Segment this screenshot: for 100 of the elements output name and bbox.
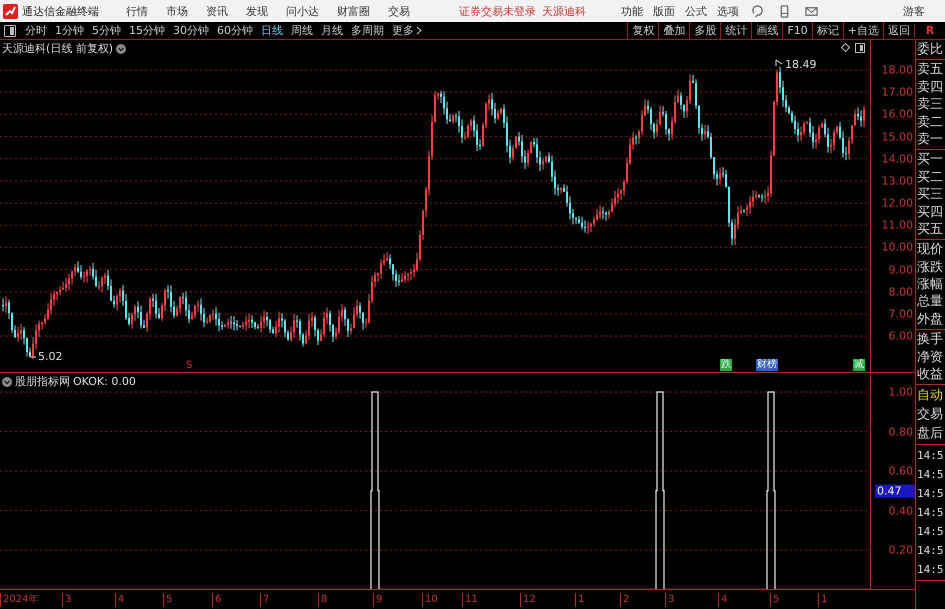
trade-time: 14:5 (916, 505, 944, 522)
period-tab[interactable]: 1分钟 (55, 23, 84, 38)
more-button[interactable]: 更多 (392, 23, 422, 38)
menu-item[interactable]: 资讯 (206, 4, 228, 18)
indicator-tick-label: 0.40 (888, 504, 913, 517)
price-tick-label: 14.00 (882, 152, 913, 166)
quote-label: 卖二 (916, 114, 944, 131)
period-tab[interactable]: 分时 (25, 23, 47, 38)
time-axis-label: 3 (62, 593, 72, 607)
time-axis-label: 12 (520, 593, 536, 607)
trade-time: 14:5 (916, 543, 944, 560)
menu-item[interactable]: 版面 (653, 4, 675, 18)
quote-label: 现价 (916, 241, 944, 259)
price-tick-label: 12.00 (882, 196, 913, 210)
chart-title: 天源迪科(日线 前复权) (2, 41, 114, 56)
menu-item[interactable]: 公式 (685, 4, 707, 18)
mode-tab[interactable]: 盘后 (916, 424, 945, 444)
time-axis-label: 5 (770, 593, 780, 607)
menu-item[interactable]: 行情 (126, 4, 148, 18)
signal-badge: 减 (853, 359, 865, 371)
mode-tab[interactable]: 自动 (916, 386, 945, 406)
time-axis-label: 2 (620, 593, 630, 607)
toolbar-button[interactable]: 叠加 (658, 22, 690, 39)
price-tick-label: 15.00 (882, 130, 913, 143)
quote-label: 净资 (916, 348, 944, 366)
quote-label: 买三 (916, 186, 944, 204)
price-tick-label: 6.00 (888, 330, 913, 343)
period-tab[interactable]: 30分钟 (173, 23, 209, 38)
high-price-label: 18.49 (785, 58, 816, 71)
quote-label: 涨跌 (916, 258, 944, 276)
indicator-title: 股朋指标网 (15, 374, 70, 389)
quote-label: 涨幅 (916, 276, 944, 294)
time-axis-label: 4 (718, 593, 728, 607)
period-tab[interactable]: 15分钟 (129, 23, 165, 38)
toolbar-button[interactable]: +自选 (842, 22, 883, 39)
quote-label: 卖四 (916, 78, 944, 96)
time-axis-label: 3 (665, 593, 674, 607)
price-tick-label: 17.00 (882, 86, 913, 99)
indicator-reading: OKOK: 0.00 (73, 375, 136, 388)
app-title: 通达信金融终端 (22, 4, 99, 18)
signal-badge: 财榜 (756, 359, 778, 371)
mode-tab[interactable]: 交易 (916, 405, 945, 424)
menu-item[interactable]: 市场 (166, 4, 188, 18)
trade-time: 14:5 (916, 467, 944, 484)
indicator-tick-label: 1.00 (888, 386, 913, 398)
trade-time: 14:5 (916, 562, 944, 578)
quote-label: 买二 (916, 168, 944, 186)
indicator-tick-label: 0.60 (888, 464, 913, 478)
period-tab[interactable]: 日线 (261, 23, 283, 38)
toolbar-button[interactable]: 返回 (883, 22, 914, 39)
corner-label: R (914, 24, 945, 37)
toolbar-button[interactable]: 标记 (812, 22, 843, 39)
user-label[interactable]: 游客 (903, 4, 925, 18)
trade-time: 14:5 (916, 486, 944, 502)
menu-item[interactable]: 选项 (717, 4, 739, 18)
period-tab[interactable]: 多周期 (351, 23, 384, 38)
menu-item[interactable]: 问小达 (286, 4, 319, 18)
quote-label: 卖一 (916, 130, 944, 148)
price-tick-label: 9.00 (888, 263, 913, 276)
time-axis-label: 9 (373, 593, 382, 607)
indicator-tick-label: 0.20 (888, 544, 913, 556)
toolbar-button[interactable]: 画线 (751, 22, 782, 39)
stock-link[interactable]: 天源迪科 (542, 4, 586, 18)
time-axis-label: 8 (318, 593, 328, 607)
price-tick-label: 13.00 (882, 174, 913, 188)
indicator-tick-label: 0.80 (888, 425, 913, 438)
price-tick-label: 7.00 (888, 307, 913, 320)
quote-label: 买一 (916, 151, 944, 169)
time-axis-label: 2024年 (0, 593, 38, 607)
menu-item[interactable]: 发现 (246, 4, 268, 18)
cursor-value-tag: 0.47 (875, 484, 915, 498)
quote-label: 买五 (916, 220, 944, 238)
time-axis-label: 4 (115, 593, 124, 607)
quote-label: 收益 (916, 366, 944, 384)
price-tick-label: 11.00 (882, 218, 913, 232)
toolbar-button[interactable]: 复权 (627, 22, 658, 39)
toolbar-button[interactable]: 统计 (720, 22, 752, 39)
period-tab[interactable]: 5分钟 (92, 23, 121, 38)
toolbar-button[interactable]: F10 (782, 22, 812, 39)
period-tab[interactable]: 周线 (291, 23, 313, 38)
toolbar-button[interactable]: 多股 (689, 22, 720, 39)
price-tick-label: 8.00 (888, 285, 913, 298)
quote-label: 外盘 (916, 310, 944, 328)
menu-item[interactable]: 功能 (621, 4, 643, 18)
signal-badge: 跌 (720, 359, 732, 371)
time-axis-label: 5 (163, 593, 172, 607)
price-tick-label: 16.00 (882, 108, 913, 121)
time-axis-label: 7 (260, 593, 270, 607)
time-axis-label: 11 (462, 593, 478, 607)
quote-label: 卖五 (916, 61, 944, 79)
time-axis-label: 1 (575, 593, 584, 607)
signal-mark: S (186, 360, 192, 371)
period-tab[interactable]: 月线 (321, 23, 343, 38)
menu-item[interactable]: 交易 (388, 4, 410, 18)
period-tab[interactable]: 60分钟 (217, 23, 253, 38)
trade-time: 14:5 (916, 524, 944, 540)
quote-label: 总量 (916, 293, 944, 311)
menu-item[interactable]: 财富圈 (337, 4, 370, 18)
quote-label: 买四 (916, 204, 944, 221)
quote-label: 卖三 (916, 96, 944, 114)
